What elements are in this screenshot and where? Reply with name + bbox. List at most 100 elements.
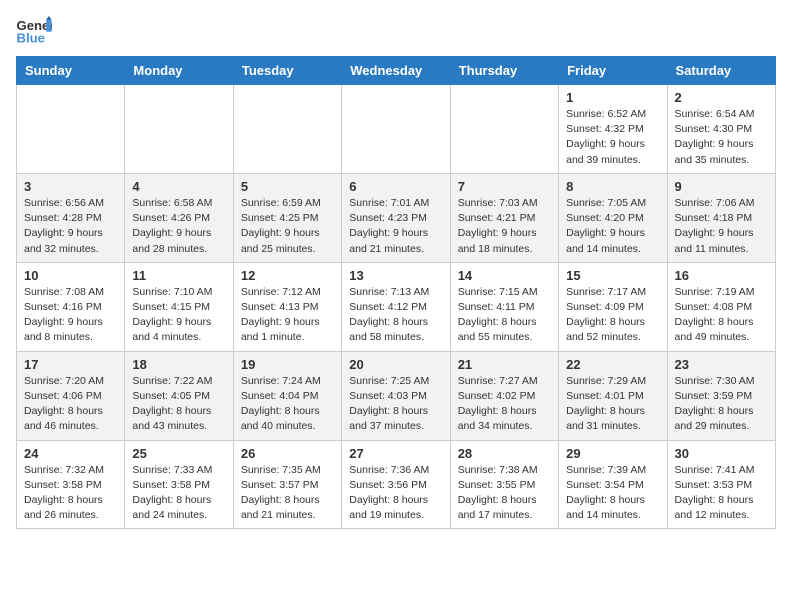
header: General Blue (16, 16, 776, 44)
day-cell: 16 Sunrise: 7:19 AM Sunset: 4:08 PM Dayli… (667, 262, 775, 351)
day-cell: 8Sunrise: 7:05 AM Sunset: 4:20 PM Daylig… (559, 173, 667, 262)
day-info: Sunrise: 7:06 AM Sunset: 4:18 PM Dayligh… (675, 197, 755, 255)
day-info: Sunrise: 7:17 AM Sunset: 4:09 PM Dayligh… (566, 286, 646, 344)
day-info: Sunrise: 7:29 AM Sunset: 4:01 PM Dayligh… (566, 375, 646, 433)
day-number: 17 (24, 357, 117, 372)
day-number: 28 (458, 446, 551, 461)
day-number: 20 (349, 357, 442, 372)
week-row-5: 24 Sunrise: 7:32 AM Sunset: 3:58 PM Dayli… (17, 440, 776, 529)
day-number: 24 (24, 446, 117, 461)
day-number: 6 (349, 179, 442, 194)
day-info: Sunrise: 7:08 AM Sunset: 4:16 PM Dayligh… (24, 286, 104, 344)
header-row: SundayMondayTuesdayWednesdayThursdayFrid… (17, 57, 776, 85)
day-number: 30 (675, 446, 768, 461)
day-number: 21 (458, 357, 551, 372)
day-cell: 17 Sunrise: 7:20 AM Sunset: 4:06 PM Dayli… (17, 351, 125, 440)
day-info: Sunrise: 7:12 AM Sunset: 4:13 PM Dayligh… (241, 286, 321, 344)
day-number: 22 (566, 357, 659, 372)
calendar-table: SundayMondayTuesdayWednesdayThursdayFrid… (16, 56, 776, 529)
day-number: 4 (132, 179, 225, 194)
week-row-1: 1Sunrise: 6:52 AM Sunset: 4:32 PM Daylig… (17, 85, 776, 174)
col-header-sunday: Sunday (17, 57, 125, 85)
day-number: 13 (349, 268, 442, 283)
day-number: 18 (132, 357, 225, 372)
day-info: Sunrise: 7:24 AM Sunset: 4:04 PM Dayligh… (241, 375, 321, 433)
day-cell: 6 Sunrise: 7:01 AM Sunset: 4:23 PM Daylig… (342, 173, 450, 262)
day-cell: 12 Sunrise: 7:12 AM Sunset: 4:13 PM Dayli… (233, 262, 341, 351)
week-row-3: 10 Sunrise: 7:08 AM Sunset: 4:16 PM Dayli… (17, 262, 776, 351)
day-cell: 27 Sunrise: 7:36 AM Sunset: 3:56 PM Dayli… (342, 440, 450, 529)
day-cell: 23 Sunrise: 7:30 AM Sunset: 3:59 PM Dayli… (667, 351, 775, 440)
day-info: Sunrise: 6:58 AM Sunset: 4:26 PM Dayligh… (132, 197, 212, 255)
day-number: 29 (566, 446, 659, 461)
day-number: 11 (132, 268, 225, 283)
logo: General Blue (16, 16, 52, 44)
day-cell: 10 Sunrise: 7:08 AM Sunset: 4:16 PM Dayli… (17, 262, 125, 351)
day-info: Sunrise: 7:41 AM Sunset: 3:53 PM Dayligh… (675, 464, 755, 522)
day-number: 3 (24, 179, 117, 194)
day-cell: 2 Sunrise: 6:54 AM Sunset: 4:30 PM Daylig… (667, 85, 775, 174)
day-cell: 15 Sunrise: 7:17 AM Sunset: 4:09 PM Dayli… (559, 262, 667, 351)
day-number: 1 (566, 90, 659, 105)
day-info: Sunrise: 7:01 AM Sunset: 4:23 PM Dayligh… (349, 197, 429, 255)
svg-text:Blue: Blue (17, 30, 45, 44)
day-info: Sunrise: 7:30 AM Sunset: 3:59 PM Dayligh… (675, 375, 755, 433)
day-number: 27 (349, 446, 442, 461)
logo-icon: General Blue (16, 16, 52, 44)
day-number: 25 (132, 446, 225, 461)
day-cell: 24 Sunrise: 7:32 AM Sunset: 3:58 PM Dayli… (17, 440, 125, 529)
day-cell: 13 Sunrise: 7:13 AM Sunset: 4:12 PM Dayli… (342, 262, 450, 351)
day-info: Sunrise: 7:33 AM Sunset: 3:58 PM Dayligh… (132, 464, 212, 522)
day-info: Sunrise: 7:35 AM Sunset: 3:57 PM Dayligh… (241, 464, 321, 522)
day-cell: 18Sunrise: 7:22 AM Sunset: 4:05 PM Dayli… (125, 351, 233, 440)
day-info: Sunrise: 7:25 AM Sunset: 4:03 PM Dayligh… (349, 375, 429, 433)
day-info: Sunrise: 7:38 AM Sunset: 3:55 PM Dayligh… (458, 464, 538, 522)
col-header-tuesday: Tuesday (233, 57, 341, 85)
day-info: Sunrise: 6:59 AM Sunset: 4:25 PM Dayligh… (241, 197, 321, 255)
day-cell: 5 Sunrise: 6:59 AM Sunset: 4:25 PM Daylig… (233, 173, 341, 262)
day-number: 16 (675, 268, 768, 283)
day-number: 2 (675, 90, 768, 105)
day-info: Sunrise: 7:10 AM Sunset: 4:15 PM Dayligh… (132, 286, 212, 344)
day-number: 23 (675, 357, 768, 372)
day-cell: 1Sunrise: 6:52 AM Sunset: 4:32 PM Daylig… (559, 85, 667, 174)
day-cell: 29 Sunrise: 7:39 AM Sunset: 3:54 PM Dayli… (559, 440, 667, 529)
day-cell: 20 Sunrise: 7:25 AM Sunset: 4:03 PM Dayli… (342, 351, 450, 440)
col-header-saturday: Saturday (667, 57, 775, 85)
day-cell: 19Sunrise: 7:24 AM Sunset: 4:04 PM Dayli… (233, 351, 341, 440)
day-number: 14 (458, 268, 551, 283)
day-info: Sunrise: 7:20 AM Sunset: 4:06 PM Dayligh… (24, 375, 104, 433)
day-cell: 30 Sunrise: 7:41 AM Sunset: 3:53 PM Dayli… (667, 440, 775, 529)
day-info: Sunrise: 7:32 AM Sunset: 3:58 PM Dayligh… (24, 464, 104, 522)
day-info: Sunrise: 7:19 AM Sunset: 4:08 PM Dayligh… (675, 286, 755, 344)
day-info: Sunrise: 7:15 AM Sunset: 4:11 PM Dayligh… (458, 286, 538, 344)
day-cell (17, 85, 125, 174)
day-info: Sunrise: 7:03 AM Sunset: 4:21 PM Dayligh… (458, 197, 538, 255)
day-cell: 22 Sunrise: 7:29 AM Sunset: 4:01 PM Dayli… (559, 351, 667, 440)
day-info: Sunrise: 6:54 AM Sunset: 4:30 PM Dayligh… (675, 108, 755, 166)
day-cell (233, 85, 341, 174)
day-cell: 11 Sunrise: 7:10 AM Sunset: 4:15 PM Dayli… (125, 262, 233, 351)
day-number: 7 (458, 179, 551, 194)
day-cell: 7 Sunrise: 7:03 AM Sunset: 4:21 PM Daylig… (450, 173, 558, 262)
day-info: Sunrise: 7:39 AM Sunset: 3:54 PM Dayligh… (566, 464, 646, 522)
col-header-monday: Monday (125, 57, 233, 85)
day-cell: 28 Sunrise: 7:38 AM Sunset: 3:55 PM Dayli… (450, 440, 558, 529)
day-cell (342, 85, 450, 174)
day-number: 15 (566, 268, 659, 283)
day-cell: 25 Sunrise: 7:33 AM Sunset: 3:58 PM Dayli… (125, 440, 233, 529)
week-row-4: 17 Sunrise: 7:20 AM Sunset: 4:06 PM Dayli… (17, 351, 776, 440)
col-header-friday: Friday (559, 57, 667, 85)
day-number: 10 (24, 268, 117, 283)
day-number: 5 (241, 179, 334, 194)
day-info: Sunrise: 7:13 AM Sunset: 4:12 PM Dayligh… (349, 286, 429, 344)
day-number: 9 (675, 179, 768, 194)
day-info: Sunrise: 7:36 AM Sunset: 3:56 PM Dayligh… (349, 464, 429, 522)
day-cell: 26 Sunrise: 7:35 AM Sunset: 3:57 PM Dayli… (233, 440, 341, 529)
day-number: 26 (241, 446, 334, 461)
day-cell: 9 Sunrise: 7:06 AM Sunset: 4:18 PM Daylig… (667, 173, 775, 262)
day-number: 12 (241, 268, 334, 283)
week-row-2: 3Sunrise: 6:56 AM Sunset: 4:28 PM Daylig… (17, 173, 776, 262)
day-info: Sunrise: 7:27 AM Sunset: 4:02 PM Dayligh… (458, 375, 538, 433)
day-cell: 3Sunrise: 6:56 AM Sunset: 4:28 PM Daylig… (17, 173, 125, 262)
